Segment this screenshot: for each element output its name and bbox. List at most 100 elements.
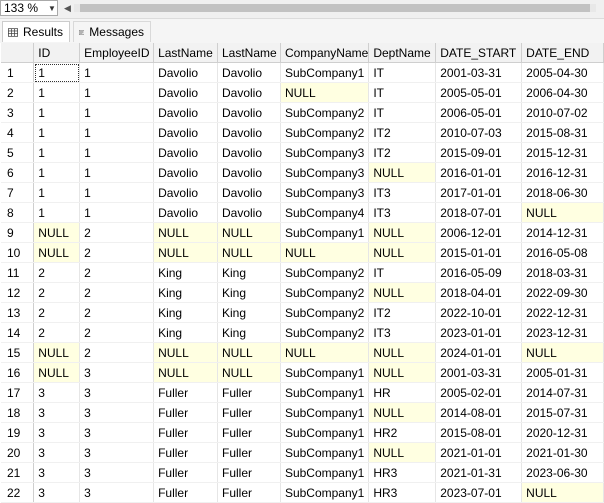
row-number[interactable]: 1	[1, 62, 35, 83]
table-cell[interactable]: SubCompany3	[280, 142, 370, 163]
table-cell[interactable]: NULL	[217, 362, 281, 383]
row-number[interactable]: 15	[1, 342, 35, 363]
table-row[interactable]: 5 1 1 Davolio Davolio SubCompany3 IT2 2015-09-0…	[1, 142, 604, 163]
table-cell[interactable]: 2001-03-31	[435, 362, 523, 383]
row-number[interactable]: 8	[1, 202, 35, 223]
table-cell[interactable]: 2	[79, 262, 155, 283]
row-number[interactable]: 16	[1, 362, 35, 383]
table-cell[interactable]: 3	[33, 442, 81, 463]
table-cell[interactable]: 1	[79, 202, 155, 223]
table-cell[interactable]: 2022-09-30	[521, 282, 604, 303]
table-cell[interactable]: Davolio	[153, 162, 218, 183]
table-cell[interactable]: Fuller	[153, 442, 218, 463]
table-cell[interactable]: HR2	[368, 422, 437, 443]
table-cell[interactable]: IT2	[368, 122, 437, 143]
table-cell[interactable]: SubCompany2	[280, 322, 370, 343]
row-number[interactable]: 9	[1, 222, 35, 243]
tab-messages[interactable]: Messages	[73, 21, 151, 42]
table-cell[interactable]: 2016-05-09	[435, 262, 523, 283]
table-cell[interactable]: 2	[79, 242, 155, 263]
table-cell[interactable]: NULL	[280, 82, 370, 103]
table-cell[interactable]: IT3	[368, 202, 437, 223]
table-cell[interactable]: Fuller	[217, 422, 281, 443]
table-row[interactable]: 18 3 3 Fuller Fuller SubCompany1 NULL 2014-08-0…	[1, 402, 604, 423]
table-cell[interactable]: NULL	[153, 362, 218, 383]
table-cell[interactable]: Fuller	[217, 402, 281, 423]
table-cell[interactable]: Davolio	[153, 182, 218, 203]
table-row[interactable]: 11 2 2 King King SubCompany2 IT 2016-05-09 2018-…	[1, 262, 604, 283]
table-cell[interactable]: 3	[79, 422, 155, 443]
table-cell[interactable]: 1	[33, 202, 81, 223]
row-number[interactable]: 6	[1, 162, 35, 183]
table-cell[interactable]: NULL	[217, 222, 281, 243]
table-row[interactable]: 13 2 2 King King SubCompany2 IT2 2022-10-01 2022…	[1, 302, 604, 323]
table-row[interactable]: 17 3 3 Fuller Fuller SubCompany1 HR 2005-02-01 2…	[1, 382, 604, 403]
table-cell[interactable]: Fuller	[153, 402, 218, 423]
table-cell[interactable]: Fuller	[153, 462, 218, 483]
table-cell[interactable]: 3	[79, 402, 155, 423]
table-cell[interactable]: 2005-02-01	[435, 382, 523, 403]
table-cell[interactable]: 2016-05-08	[521, 242, 604, 263]
table-row[interactable]: 22 3 3 Fuller Fuller SubCompany1 HR3 2023-07-01…	[1, 482, 604, 503]
row-number[interactable]: 10	[1, 242, 35, 263]
table-row[interactable]: 7 1 1 Davolio Davolio SubCompany3 IT3 2017-01-0…	[1, 182, 604, 203]
table-cell[interactable]: 1	[33, 182, 81, 203]
table-row[interactable]: 16 NULL 3 NULL NULL SubCompany1 NULL 2001-03-31…	[1, 362, 604, 383]
table-cell[interactable]: NULL	[33, 342, 81, 363]
table-row[interactable]: 20 3 3 Fuller Fuller SubCompany1 NULL 2021-01-0…	[1, 442, 604, 463]
table-cell[interactable]: NULL	[33, 362, 81, 383]
table-cell[interactable]: NULL	[521, 482, 604, 503]
table-cell[interactable]: NULL	[217, 342, 281, 363]
table-cell[interactable]: 1	[33, 102, 81, 123]
table-cell[interactable]: 2018-06-30	[521, 182, 604, 203]
table-cell[interactable]: NULL	[153, 242, 218, 263]
table-cell[interactable]: 2022-10-01	[435, 302, 523, 323]
row-number[interactable]: 19	[1, 422, 35, 443]
table-cell[interactable]: 2	[33, 262, 81, 283]
table-cell[interactable]: Fuller	[153, 422, 218, 443]
column-header[interactable]: CompanyName	[280, 43, 370, 63]
table-cell[interactable]: 2005-04-30	[521, 62, 604, 83]
table-cell[interactable]: SubCompany2	[280, 302, 370, 323]
table-cell[interactable]: 2001-03-31	[435, 62, 523, 83]
table-cell[interactable]: King	[217, 302, 281, 323]
table-cell[interactable]: SubCompany1	[280, 482, 370, 503]
horizontal-scrollbar-thumb[interactable]	[80, 4, 590, 12]
table-cell[interactable]: NULL	[280, 242, 370, 263]
table-row[interactable]: 6 1 1 Davolio Davolio SubCompany3 NULL 2016-01-…	[1, 162, 604, 183]
table-cell[interactable]: 2	[79, 342, 155, 363]
table-cell[interactable]: NULL	[368, 242, 437, 263]
table-cell[interactable]: Davolio	[153, 142, 218, 163]
table-cell[interactable]: NULL	[368, 342, 437, 363]
table-row[interactable]: 3 1 1 Davolio Davolio SubCompany2 IT 2006-05-01…	[1, 102, 604, 123]
row-number[interactable]: 12	[1, 282, 35, 303]
table-cell[interactable]: NULL	[153, 222, 218, 243]
row-number[interactable]: 7	[1, 182, 35, 203]
table-cell[interactable]: IT	[368, 102, 437, 123]
chevron-down-icon[interactable]: ▼	[47, 4, 57, 13]
table-cell[interactable]: 1	[79, 182, 155, 203]
table-cell[interactable]: Fuller	[217, 442, 281, 463]
table-cell[interactable]: SubCompany2	[280, 122, 370, 143]
table-cell[interactable]: Davolio	[217, 102, 281, 123]
row-number[interactable]: 3	[1, 102, 35, 123]
table-cell[interactable]: NULL	[368, 362, 437, 383]
table-cell[interactable]: 1	[33, 142, 81, 163]
table-cell[interactable]: King	[153, 322, 218, 343]
table-row[interactable]: 21 3 3 Fuller Fuller SubCompany1 HR3 2021-01-31…	[1, 462, 604, 483]
table-cell[interactable]: 1	[79, 82, 155, 103]
table-cell[interactable]: 3	[33, 462, 81, 483]
table-cell[interactable]: NULL	[33, 242, 81, 263]
table-cell[interactable]: 2018-07-01	[435, 202, 523, 223]
table-cell[interactable]: NULL	[368, 402, 437, 423]
table-cell[interactable]: 2023-06-30	[521, 462, 604, 483]
table-cell[interactable]: 2	[79, 322, 155, 343]
table-cell[interactable]: 2022-12-31	[521, 302, 604, 323]
table-cell[interactable]: 2	[33, 322, 81, 343]
table-cell[interactable]: NULL	[368, 162, 437, 183]
table-cell[interactable]: King	[153, 262, 218, 283]
table-cell[interactable]: King	[153, 282, 218, 303]
table-cell[interactable]: 1	[33, 162, 81, 183]
table-cell[interactable]: HR3	[368, 482, 437, 503]
table-cell[interactable]: 1	[79, 142, 155, 163]
